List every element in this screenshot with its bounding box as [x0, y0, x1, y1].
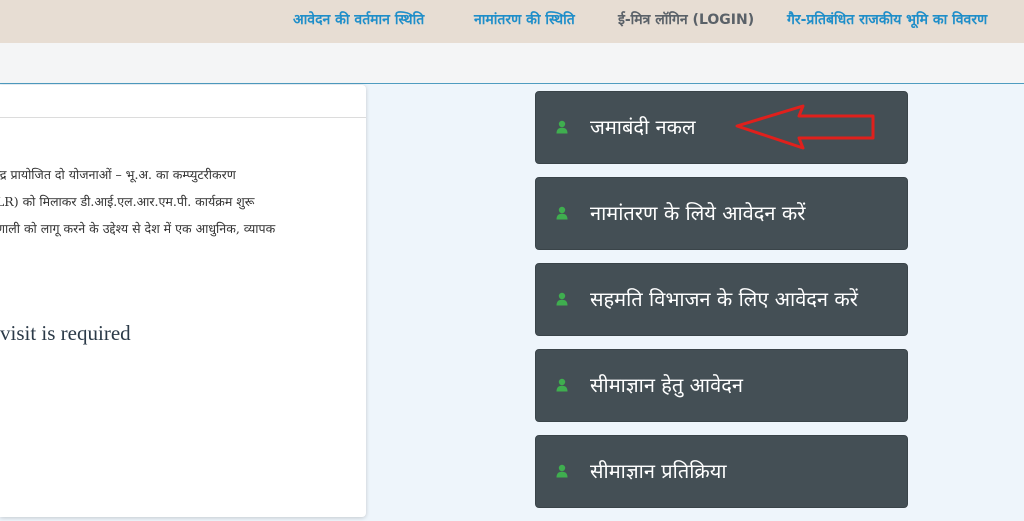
service-button-demarcation-apply[interactable]: सीमाज्ञान हेतु आवेदन [535, 349, 908, 422]
visit-required-text: visit is required [0, 321, 131, 345]
info-paragraph: न्द्र प्रायोजित दो योजनाओं – भू.अ. का कम… [0, 161, 366, 242]
service-button-label: सीमाज्ञान हेतु आवेदन [590, 373, 743, 397]
service-button-label: सहमति विभाजन के लिए आवेदन करें [590, 287, 858, 311]
service-button-label: सीमाज्ञान प्रतिक्रिया [590, 459, 727, 483]
nav-emitra-login[interactable]: ई-मित्र लॉगिन (LOGIN) [618, 10, 754, 29]
service-button-consent-partition[interactable]: सहमति विभाजन के लिए आवेदन करें [535, 263, 908, 336]
service-button-mutation-apply[interactable]: नामांतरण के लिये आवेदन करें [535, 177, 908, 250]
user-icon [556, 292, 568, 306]
service-button-label: जमाबंदी नकल [590, 115, 696, 139]
top-navigation: आवेदन की वर्तमान स्थिति नामांतरण की स्थि… [0, 0, 1024, 43]
sub-header-bar [0, 43, 1024, 84]
service-button-demarcation-response[interactable]: सीमाज्ञान प्रतिक्रिया [535, 435, 908, 508]
annotation-arrow-icon [735, 104, 875, 150]
info-line: णाली को लागू करने के उद्देश्य से देश में… [0, 221, 276, 236]
info-line: LR) को मिलाकर डी.आई.एल.आर.एम.पी. कार्यक्… [0, 194, 255, 209]
nav-mutation-status[interactable]: नामांतरण की स्थिति [474, 10, 575, 29]
nav-unrestricted-land-details[interactable]: गैर-प्रतिबंधित राजकीय भूमि का विवरण [787, 10, 987, 29]
card-divider [0, 117, 366, 118]
user-icon [556, 464, 568, 478]
nav-application-status[interactable]: आवेदन की वर्तमान स्थिति [293, 10, 424, 29]
user-icon [556, 206, 568, 220]
user-icon [556, 378, 568, 392]
info-card: न्द्र प्रायोजित दो योजनाओं – भू.अ. का कम… [0, 85, 366, 517]
service-button-label: नामांतरण के लिये आवेदन करें [590, 201, 806, 225]
info-line: न्द्र प्रायोजित दो योजनाओं – भू.अ. का कम… [0, 167, 236, 182]
user-icon [556, 120, 568, 134]
